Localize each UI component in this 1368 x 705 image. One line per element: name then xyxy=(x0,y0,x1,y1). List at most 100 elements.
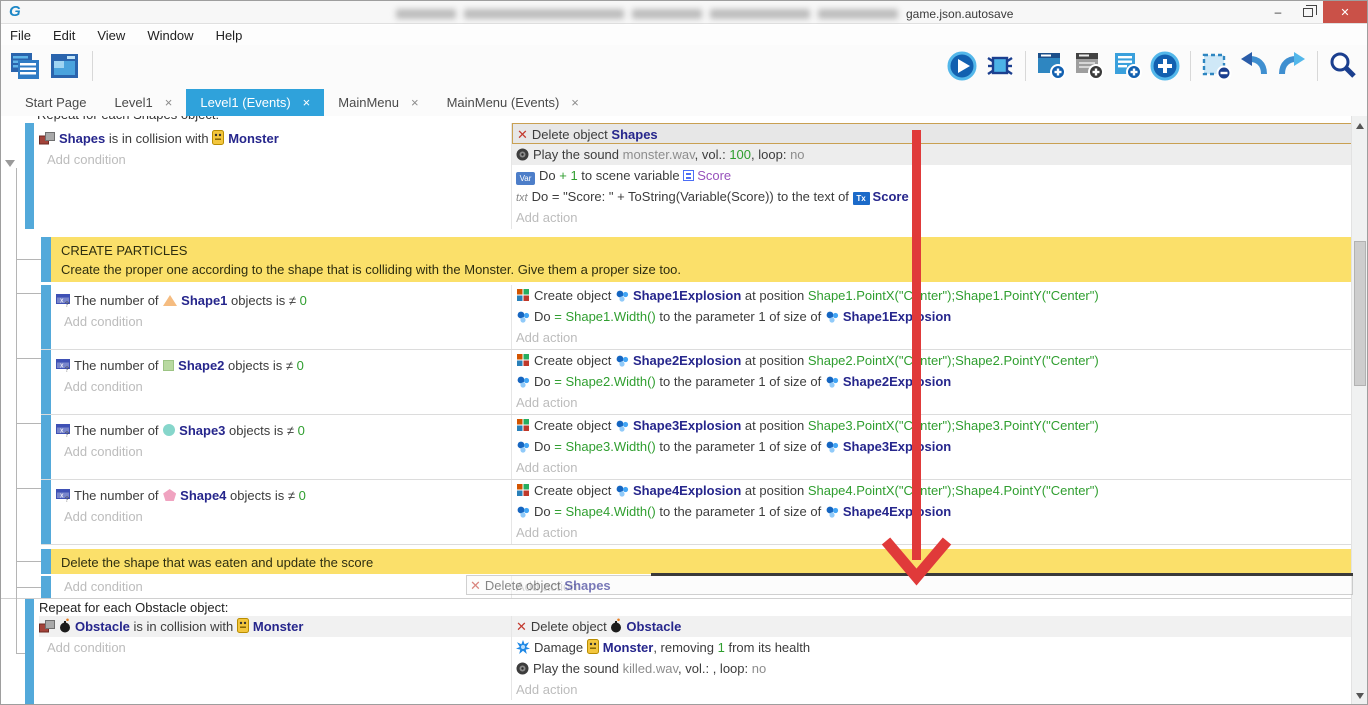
tab-mainmenu-events[interactable]: MainMenu (Events)× xyxy=(433,89,593,116)
add-subevent-button[interactable] xyxy=(1111,50,1143,82)
add-action-link[interactable]: Add action xyxy=(512,679,1353,700)
add-condition-link[interactable]: Add condition xyxy=(39,149,511,170)
condition-object-count[interactable]: x?The number of Shape2 objects is ≠ 0 xyxy=(56,355,511,376)
comment-delete-shape[interactable]: Delete the shape that was eaten and upda… xyxy=(41,549,1353,574)
action-text: Do xyxy=(534,374,554,389)
event-nesting-bar xyxy=(41,285,51,349)
action-delete-object-selected[interactable]: ✕Delete object Shapes xyxy=(512,123,1353,144)
object-name: Score xyxy=(873,189,909,204)
condition-object-count[interactable]: x?The number of Shape4 objects is ≠ 0 xyxy=(56,485,511,506)
undo-button[interactable] xyxy=(1238,50,1270,82)
action-create-object[interactable]: Create object Shape2Explosion at positio… xyxy=(512,350,1353,371)
scroll-up-icon[interactable] xyxy=(1356,123,1364,129)
action-set-text[interactable]: txtDo = "Score: " + ToString(Variable(Sc… xyxy=(512,186,1353,207)
event-shapes-collision: Shapes is in collision with Monster Add … xyxy=(1,123,1353,229)
sound-file: monster.wav xyxy=(623,147,695,162)
tab-start-page[interactable]: Start Page xyxy=(11,89,100,116)
add-condition-link[interactable]: Add condition xyxy=(56,506,511,527)
redo-button[interactable] xyxy=(1276,50,1308,82)
scroll-down-icon[interactable] xyxy=(1356,693,1364,699)
debug-button[interactable] xyxy=(984,50,1016,82)
scene-editor-button[interactable] xyxy=(49,50,81,82)
action-set-size[interactable]: Do = Shape3.Width() to the parameter 1 o… xyxy=(512,436,1353,457)
add-event-button[interactable] xyxy=(1035,50,1067,82)
add-condition-link[interactable]: Add condition xyxy=(56,311,511,332)
delete-icon: ✕ xyxy=(516,619,527,634)
menu-window[interactable]: Window xyxy=(147,28,193,43)
condition-collision[interactable]: Obstacle is in collision with Monster xyxy=(39,616,511,637)
particle-emitter-icon xyxy=(615,289,629,302)
close-button[interactable]: ✕ xyxy=(1323,1,1367,23)
add-action-link[interactable]: Add action xyxy=(512,392,1353,413)
action-create-object[interactable]: Create object Shape1Explosion at positio… xyxy=(512,285,1353,306)
condition-object-count[interactable]: x?The number of Shape3 objects is ≠ 0 xyxy=(56,420,511,441)
action-set-size[interactable]: Do = Shape2.Width() to the parameter 1 o… xyxy=(512,371,1353,392)
restore-button[interactable] xyxy=(1293,1,1323,23)
add-other-button[interactable] xyxy=(1149,50,1181,82)
window-title-text: game.json.autosave xyxy=(906,7,1013,21)
menu-edit[interactable]: Edit xyxy=(53,28,75,43)
condition-object-count[interactable]: x?The number of Shape1 objects is ≠ 0 xyxy=(56,290,511,311)
object-name: Shapes xyxy=(611,127,657,142)
monster-icon xyxy=(212,130,224,145)
add-action-link[interactable]: Add action xyxy=(512,207,1353,228)
action-create-object[interactable]: Create object Shape4Explosion at positio… xyxy=(512,480,1353,501)
menu-help[interactable]: Help xyxy=(216,28,243,43)
object-count-icon: x? xyxy=(56,359,70,372)
action-text: Do xyxy=(534,504,554,519)
tab-mainmenu[interactable]: MainMenu× xyxy=(324,89,432,116)
action-text: Do xyxy=(534,309,554,324)
add-condition-link[interactable]: Add condition xyxy=(39,637,511,658)
action-text: , loop: xyxy=(713,661,752,676)
play-icon xyxy=(946,50,978,82)
event-nesting-bar xyxy=(41,415,51,479)
add-condition-link[interactable]: Add condition xyxy=(56,576,511,597)
bug-icon xyxy=(984,50,1016,82)
action-text: at position xyxy=(741,483,808,498)
action-set-size[interactable]: Do = Shape1.Width() to the parameter 1 o… xyxy=(512,306,1353,327)
condition-collision[interactable]: Shapes is in collision with Monster xyxy=(39,128,511,149)
add-condition-link[interactable]: Add condition xyxy=(56,441,511,462)
action-text: Play the sound xyxy=(533,147,623,162)
add-comment-button[interactable] xyxy=(1073,50,1105,82)
toolbar-separator xyxy=(1190,51,1191,81)
menu-view[interactable]: View xyxy=(97,28,125,43)
add-action-link[interactable]: Add action xyxy=(512,522,1353,543)
action-text: to the text of xyxy=(774,189,853,204)
minimize-button[interactable]: – xyxy=(1263,1,1293,23)
comment-create-particles[interactable]: CREATE PARTICLES Create the proper one a… xyxy=(41,237,1353,282)
add-action-link[interactable]: Add action xyxy=(512,327,1353,348)
add-action-link[interactable]: Add action xyxy=(512,457,1353,478)
tab-level1-events[interactable]: Level1 (Events)× xyxy=(186,89,324,116)
action-text: Create object xyxy=(534,288,615,303)
action-create-object[interactable]: Create object Shape3Explosion at positio… xyxy=(512,415,1353,436)
action-scene-variable[interactable]: VarDo + 1 to scene variable Score xyxy=(512,165,1353,186)
collision-icon xyxy=(39,620,55,633)
scrollbar-thumb[interactable] xyxy=(1354,241,1366,386)
particle-emitter-icon xyxy=(516,375,530,388)
tab-close-icon[interactable]: × xyxy=(411,95,419,110)
action-set-size[interactable]: Do = Shape4.Width() to the parameter 1 o… xyxy=(512,501,1353,522)
vertical-scrollbar[interactable] xyxy=(1351,116,1367,705)
tab-close-icon[interactable]: × xyxy=(571,95,579,110)
redacted-title-segment xyxy=(818,9,898,19)
object-name: Shape1Explosion xyxy=(633,288,741,303)
add-condition-link[interactable]: Add condition xyxy=(56,376,511,397)
event-nesting-bar xyxy=(25,599,34,705)
project-manager-button[interactable] xyxy=(9,50,41,82)
tree-line xyxy=(16,423,41,424)
tab-level1[interactable]: Level1× xyxy=(100,89,186,116)
tab-close-icon[interactable]: × xyxy=(303,95,311,110)
menu-file[interactable]: File xyxy=(10,28,31,43)
delete-selection-button[interactable] xyxy=(1200,50,1232,82)
condition-text: The number of xyxy=(74,293,162,308)
action-delete-object[interactable]: ✕Delete object Obstacle xyxy=(512,616,1353,637)
tab-close-icon[interactable]: × xyxy=(165,95,173,110)
preview-play-button[interactable] xyxy=(946,50,978,82)
action-play-sound[interactable]: Play the sound monster.wav, vol.: 100, l… xyxy=(512,144,1353,165)
search-button[interactable] xyxy=(1327,50,1359,82)
collapse-arrow-icon[interactable] xyxy=(5,160,15,167)
action-play-sound[interactable]: Play the sound killed.wav, vol.: , loop:… xyxy=(512,658,1353,679)
expression: = Shape3.Width() xyxy=(554,439,656,454)
action-damage[interactable]: Damage Monster, removing 1 from its heal… xyxy=(512,637,1353,658)
